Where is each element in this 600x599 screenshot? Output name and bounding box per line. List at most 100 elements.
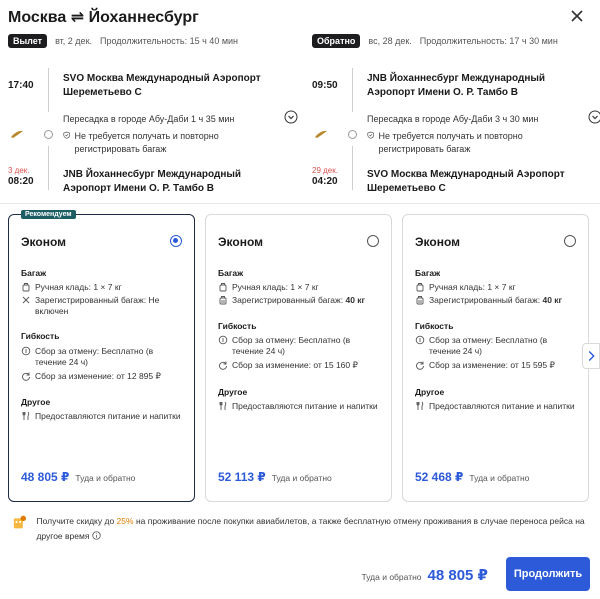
baggage-heading: Багаж (21, 268, 47, 278)
chevron-down-icon[interactable] (588, 110, 600, 124)
fare-price-amount: 48 805 ₽ (21, 470, 70, 484)
outbound-date: вт, 2 дек. (55, 36, 93, 46)
checked-baggage-value: 40 кг (345, 295, 366, 305)
checked-baggage-text: Зарегистрированный багаж: 40 кг (232, 295, 365, 306)
fare-price-label: Туда и обратно (75, 473, 136, 483)
other-heading: Другое (415, 387, 445, 397)
airline-logo-icon (315, 130, 327, 138)
change-fee-text: Сбор за изменение: от 15 595 ₽ (429, 360, 555, 370)
baggage-note-text: Не требуется получать и повторно регистр… (378, 131, 523, 154)
refresh-icon (22, 372, 30, 381)
transfer-info: Пересадка в городе Абу-Даби 1 ч 35 мин (63, 114, 263, 124)
bag-icon (22, 283, 30, 292)
cancel-fee-text: Сбор за отмену: Бесплатно (в течение 24 … (35, 346, 154, 367)
other-heading: Другое (21, 397, 51, 407)
close-icon[interactable] (568, 7, 586, 25)
fare-price: 52 113 ₽ Туда и обратно (218, 470, 332, 484)
arrival-time: 04:20 (312, 176, 338, 187)
other-heading: Другое (218, 387, 248, 397)
fare-radio[interactable] (170, 235, 182, 247)
return-leg: Обратно вс, 28 дек. Продолжительность: 1… (312, 34, 600, 204)
chevron-right-icon[interactable] (582, 343, 600, 369)
promo-text-before: Получите скидку до (36, 516, 115, 526)
fare-radio[interactable] (367, 235, 379, 247)
outbound-duration: Продолжительность: 15 ч 40 мин (100, 36, 239, 46)
hotel-discount-icon (13, 515, 27, 529)
fare-title: Эконом (218, 235, 264, 249)
meals-row: Предоставляются питание и напитки (21, 411, 184, 422)
flexibility-heading: Гибкость (21, 331, 60, 341)
continue-button[interactable]: Продолжить (506, 557, 590, 591)
carry-on-text: Ручная кладь: 1 × 7 кг (232, 282, 319, 292)
section-divider (0, 203, 600, 204)
fare-price: 48 805 ₽ Туда и обратно (21, 470, 135, 484)
fare-price-amount: 52 113 ₽ (218, 470, 266, 484)
cancel-fee-row: Сбор за отмену: Бесплатно (в течение 24 … (218, 335, 381, 357)
return-badge: Обратно (312, 34, 361, 48)
transfer-city: Пересадка в городе Абу-Даби (367, 114, 493, 124)
header: Москва ⇌ Йоханнесбург (8, 6, 592, 28)
recommended-badge: Рекомендуем (21, 210, 76, 219)
fare-price: 52 468 ₽ Туда и обратно (415, 470, 529, 484)
promo-percent: 25% (116, 516, 134, 526)
carry-on-text: Ручная кладь: 1 × 7 кг (35, 282, 122, 292)
carry-on-row: Ручная кладь: 1 × 7 кг (415, 282, 578, 293)
checked-baggage-prefix: Зарегистрированный багаж: (429, 295, 541, 305)
change-fee-text: Сбор за изменение: от 12 895 ₽ (35, 371, 161, 381)
total-price-amount: 48 805 ₽ (427, 567, 488, 584)
departure-time: 17:40 (8, 80, 34, 91)
carry-on-text: Ручная кладь: 1 × 7 кг (429, 282, 516, 292)
route-line (352, 146, 353, 190)
meals-text: Предоставляются питание и напитки (429, 401, 575, 411)
meals-text: Предоставляются питание и напитки (35, 411, 181, 421)
meals-row: Предоставляются питание и напитки (218, 401, 381, 412)
checked-baggage-text: Зарегистрированный багаж: Не включен (35, 295, 160, 316)
transfer-duration: 1 ч 35 мин (191, 114, 235, 124)
cancel-fee-row: Сбор за отмену: Бесплатно (в течение 24 … (415, 335, 578, 357)
checked-baggage-text: Зарегистрированный багаж: 40 кг (429, 295, 562, 306)
cutlery-icon (219, 401, 227, 410)
route-line (352, 68, 353, 112)
checked-baggage-row: Зарегистрированный багаж: Не включен (21, 295, 184, 317)
arrival-airport: SVO Москва Международный Аэропорт Шереме… (367, 169, 565, 194)
baggage-note: Не требуется получать и повторно регистр… (367, 130, 557, 156)
meals-row: Предоставляются питание и напитки (415, 401, 578, 412)
flexibility-heading: Гибкость (218, 321, 257, 331)
change-fee-text: Сбор за изменение: от 15 160 ₽ (232, 360, 358, 370)
transfer-dot (44, 130, 53, 139)
baggage-heading: Багаж (218, 268, 244, 278)
carry-on-row: Ручная кладь: 1 × 7 кг (21, 282, 184, 293)
checked-baggage-prefix: Зарегистрированный багаж: (232, 295, 344, 305)
airline-logo-icon (11, 130, 23, 138)
shield-icon (63, 131, 71, 139)
coins-icon (21, 346, 31, 356)
bag-icon (416, 283, 424, 292)
outbound-leg: Вылет вт, 2 дек. Продолжительность: 15 ч… (8, 34, 298, 204)
baggage-note: Не требуется получать и повторно регистр… (63, 130, 253, 156)
fare-card-1[interactable]: Рекомендуем Эконом Багаж Ручная кладь: 1… (8, 210, 195, 502)
refresh-icon (219, 361, 227, 370)
fare-title: Эконом (21, 235, 67, 249)
chevron-down-icon[interactable] (284, 110, 298, 124)
departure-time: 09:50 (312, 80, 338, 91)
cutlery-icon (416, 401, 424, 410)
suitcase-icon (219, 296, 227, 305)
fare-card-3[interactable]: Эконом Багаж Ручная кладь: 1 × 7 кг Заре… (402, 214, 589, 502)
departure-airport: SVO Москва Международный Аэропорт Шереме… (63, 73, 261, 98)
return-date: вс, 28 дек. (368, 36, 412, 46)
promo-text: Получите скидку до 25% на проживание пос… (36, 514, 592, 544)
fare-cards: Рекомендуем Эконом Багаж Ручная кладь: 1… (8, 210, 589, 504)
return-duration: Продолжительность: 17 ч 30 мин (419, 36, 558, 46)
fare-card-2[interactable]: Эконом Багаж Ручная кладь: 1 × 7 кг Заре… (205, 214, 392, 502)
total-price: Туда и обратно 48 805 ₽ (361, 566, 488, 584)
outbound-badge: Вылет (8, 34, 48, 48)
fare-title: Эконом (415, 235, 461, 249)
info-icon[interactable] (92, 531, 101, 540)
fare-radio[interactable] (564, 235, 576, 247)
arrival-airport: JNB Йоханнесбург Международный Аэропорт … (63, 169, 242, 194)
checked-baggage-row: Зарегистрированный багаж: 40 кг (218, 295, 381, 306)
total-price-label: Туда и обратно (361, 572, 422, 582)
arrival-time: 08:20 (8, 176, 34, 187)
meals-text: Предоставляются питание и напитки (232, 401, 378, 411)
checked-baggage-value: 40 кг (542, 295, 563, 305)
